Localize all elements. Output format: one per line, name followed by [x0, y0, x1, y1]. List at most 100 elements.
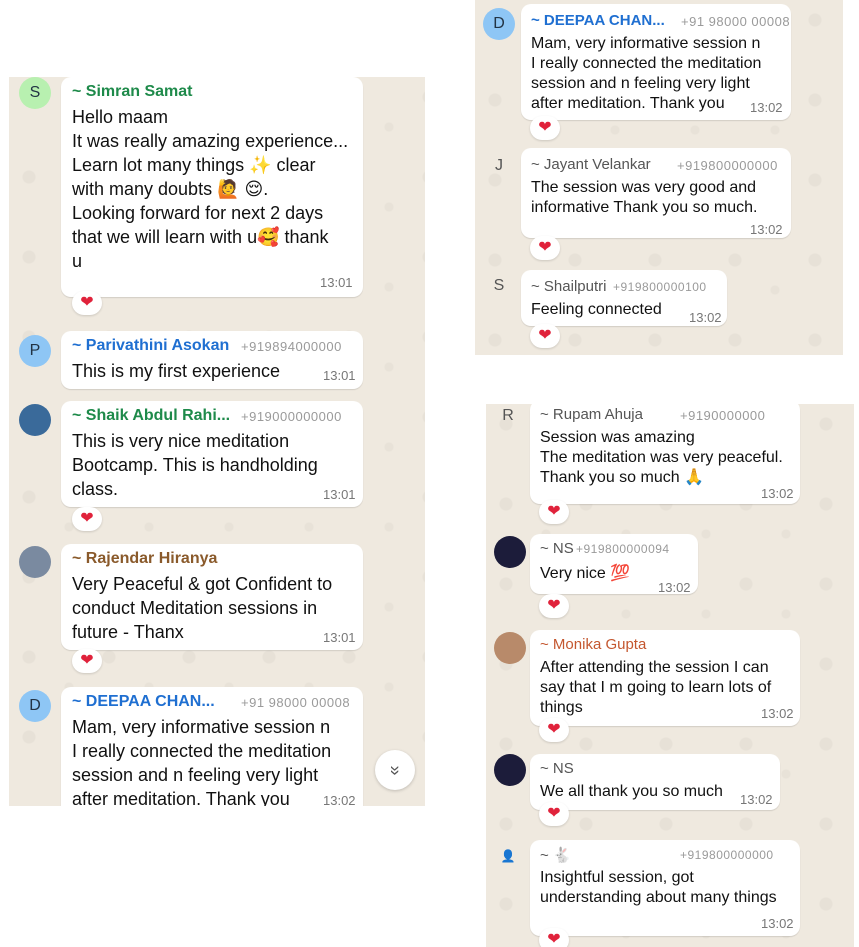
- reaction-badge[interactable]: ❤: [539, 594, 569, 618]
- chat-panel-bottom-right[interactable]: R ~ Rupam Ahuja +9190000000 Session was …: [486, 404, 854, 947]
- message-text: Insightful session, got understanding ab…: [540, 869, 777, 906]
- sender-name[interactable]: ~ Parivathini Asokan: [72, 337, 229, 355]
- sender-phone: +919800000100: [613, 280, 707, 294]
- sender-phone: +91 98000 00008: [681, 14, 791, 29]
- avatar-initial: J: [495, 157, 503, 174]
- message-time: 13:02: [761, 486, 794, 501]
- reaction-badge[interactable]: ❤: [72, 649, 102, 673]
- reaction-badge[interactable]: ❤: [539, 718, 569, 742]
- message-bubble[interactable]: ~ NS +919800000094 Very nice 💯 13:02: [530, 534, 698, 595]
- default-avatar[interactable]: 👤: [492, 840, 524, 872]
- scroll-to-bottom-button[interactable]: »: [375, 750, 415, 790]
- avatar-initial: R: [502, 407, 514, 424]
- reaction-badge[interactable]: ❤: [72, 507, 102, 531]
- message-time: 13:02: [750, 222, 783, 237]
- avatar[interactable]: R: [492, 404, 524, 432]
- message-time: 13:02: [750, 100, 783, 115]
- message-time: 13:02: [658, 580, 691, 595]
- message-bubble[interactable]: ~ Simran Samat Hello maam It was really …: [61, 77, 363, 297]
- sender-name[interactable]: ~ Monika Gupta: [540, 636, 646, 653]
- message-time: 13:02: [689, 310, 722, 325]
- heart-icon: ❤: [547, 805, 561, 822]
- avatar-photo[interactable]: [19, 546, 51, 578]
- chevron-down-icon: »: [385, 764, 406, 776]
- heart-icon: ❤: [538, 119, 552, 136]
- sender-name[interactable]: ~ 🐇: [540, 846, 572, 864]
- message-bubble[interactable]: ~ Rupam Ahuja +9190000000 Session was am…: [530, 404, 800, 504]
- message-time: 13:02: [323, 793, 356, 806]
- heart-icon: ❤: [547, 503, 561, 520]
- avatar-photo[interactable]: [494, 754, 526, 786]
- message-time: 13:01: [320, 275, 353, 290]
- message-bubble[interactable]: ~ DEEPAA CHAN... +91 98000 00008 Mam, ve…: [521, 4, 791, 120]
- message-bubble[interactable]: ~ Parivathini Asokan +919894000000 This …: [61, 331, 363, 389]
- message-time: 13:01: [323, 487, 356, 502]
- sender-name[interactable]: ~ Rupam Ahuja: [540, 406, 643, 423]
- message-time: 13:02: [740, 792, 773, 807]
- avatar[interactable]: S: [19, 77, 51, 109]
- avatar[interactable]: D: [19, 690, 51, 722]
- sender-name[interactable]: ~ Shailputri: [531, 278, 606, 295]
- sender-name[interactable]: ~ Rajendar Hiranya: [72, 550, 217, 568]
- message-bubble[interactable]: ~ DEEPAA CHAN... +91 98000 00008 Mam, ve…: [61, 687, 363, 806]
- avatar-photo[interactable]: [19, 404, 51, 436]
- message-text: The session was very good and informativ…: [531, 179, 758, 216]
- person-icon: 👤: [500, 849, 516, 863]
- reaction-badge[interactable]: ❤: [539, 500, 569, 524]
- sender-name[interactable]: ~ Shaik Abdul Rahi...: [72, 407, 230, 425]
- reaction-badge[interactable]: ❤: [530, 236, 560, 260]
- sender-name[interactable]: ~ Simran Samat: [72, 83, 193, 101]
- sender-phone: +919800000000: [677, 158, 778, 173]
- avatar[interactable]: D: [483, 8, 515, 40]
- heart-icon: ❤: [80, 652, 94, 669]
- heart-icon: ❤: [538, 239, 552, 256]
- message-time: 13:01: [323, 368, 356, 383]
- message-text: Mam, very informative session n I really…: [531, 35, 762, 112]
- reaction-badge[interactable]: ❤: [72, 291, 102, 315]
- sender-name[interactable]: ~ DEEPAA CHAN...: [72, 693, 215, 711]
- avatar-initial: D: [493, 15, 505, 32]
- message-text: This is very nice meditation Bootcamp. T…: [72, 431, 318, 499]
- heart-icon: ❤: [547, 721, 561, 738]
- message-text: Session was amazing The meditation was v…: [540, 429, 783, 486]
- message-text: Mam, very informative session n I really…: [72, 717, 332, 806]
- sender-name[interactable]: ~ NS: [540, 540, 574, 557]
- avatar[interactable]: S: [483, 270, 515, 302]
- avatar-initial: D: [29, 697, 41, 714]
- message-bubble[interactable]: ~ NS We all thank you so much 13:02: [530, 754, 780, 810]
- message-bubble[interactable]: ~ Monika Gupta After attending the sessi…: [530, 630, 800, 726]
- reaction-badge[interactable]: ❤: [530, 116, 560, 140]
- message-bubble[interactable]: ~ Shaik Abdul Rahi... +919000000000 This…: [61, 401, 363, 507]
- message-text: We all thank you so much: [540, 783, 723, 800]
- message-bubble[interactable]: ~ Rajendar Hiranya Very Peaceful & got C…: [61, 544, 363, 650]
- sender-name[interactable]: ~ DEEPAA CHAN...: [531, 12, 665, 29]
- message-text: After attending the session I can say th…: [540, 659, 772, 716]
- reaction-badge[interactable]: ❤: [539, 802, 569, 826]
- reaction-badge[interactable]: ❤: [539, 928, 569, 947]
- avatar-initial: S: [29, 84, 41, 101]
- chat-panel-left[interactable]: S ~ Simran Samat Hello maam It was reall…: [9, 77, 425, 806]
- sender-phone: +919800000000: [680, 848, 774, 862]
- message-bubble[interactable]: ~ 🐇 +919800000000 Insightful session, go…: [530, 840, 800, 936]
- heart-icon: ❤: [538, 327, 552, 344]
- message-time: 13:02: [761, 916, 794, 931]
- avatar-photo[interactable]: [494, 632, 526, 664]
- avatar[interactable]: J: [483, 150, 515, 182]
- message-time: 13:01: [323, 630, 356, 645]
- avatar-photo[interactable]: [494, 536, 526, 568]
- message-bubble[interactable]: ~ Jayant Velankar +919800000000 The sess…: [521, 148, 791, 238]
- heart-icon: ❤: [80, 510, 94, 527]
- avatar-initial: S: [493, 277, 505, 294]
- message-text: Very nice 💯: [540, 565, 631, 582]
- message-text: Feeling connected: [531, 301, 662, 318]
- reaction-badge[interactable]: ❤: [530, 324, 560, 348]
- chat-panel-top-right[interactable]: D ~ DEEPAA CHAN... +91 98000 00008 Mam, …: [475, 0, 843, 355]
- sender-name[interactable]: ~ Jayant Velankar: [531, 156, 651, 173]
- heart-icon: ❤: [547, 931, 561, 947]
- sender-phone: +9190000000: [680, 408, 766, 423]
- message-text: Very Peaceful & got Confident to conduct…: [72, 574, 333, 642]
- avatar[interactable]: P: [19, 335, 51, 367]
- message-bubble[interactable]: ~ Shailputri +919800000100 Feeling conne…: [521, 270, 727, 326]
- message-time: 13:02: [761, 706, 794, 721]
- sender-name[interactable]: ~ NS: [540, 760, 574, 777]
